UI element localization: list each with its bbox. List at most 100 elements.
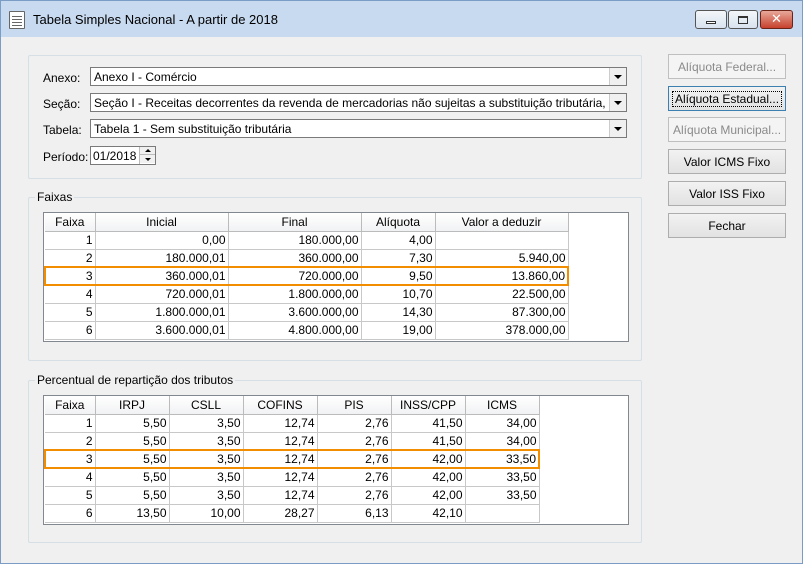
fechar-button[interactable]: Fechar: [668, 213, 786, 238]
table-cell: 34,00: [465, 414, 540, 433]
table-cell: 34,00: [465, 432, 540, 451]
table-cell: 3: [44, 266, 96, 286]
table-row[interactable]: 5 1.800.000,01 3.600.000,00 14,30 87.300…: [45, 303, 569, 322]
chevron-down-icon[interactable]: [609, 94, 626, 111]
anexo-label: Anexo:: [43, 71, 81, 85]
faixas-grid[interactable]: Faixa Inicial Final Alíquota Valor a ded…: [43, 212, 629, 342]
table-row[interactable]: 6 3.600.000,01 4.800.000,00 19,00 378.00…: [45, 321, 569, 340]
percentual-grid[interactable]: Faixa IRPJ CSLL COFINS PIS INSS/CPP ICMS…: [43, 395, 629, 525]
table-cell: 13.860,00: [435, 266, 569, 286]
table-cell: 180.000,01: [95, 249, 229, 268]
faixas-header-row: Faixa Inicial Final Alíquota Valor a ded…: [45, 213, 569, 232]
secao-value: Seção I - Receitas decorrentes da revend…: [94, 96, 606, 110]
faixas-legend: Faixas: [35, 190, 75, 204]
table-cell: [465, 504, 540, 523]
chevron-down-icon[interactable]: [609, 120, 626, 137]
anexo-select[interactable]: Anexo I - Comércio: [90, 67, 627, 86]
table-row[interactable]: 1 5,50 3,50 12,74 2,76 41,50 34,00: [45, 414, 540, 433]
aliquota-federal-button[interactable]: Alíquota Federal...: [668, 54, 786, 79]
table-cell: 5: [45, 486, 96, 505]
table-cell: 5.940,00: [435, 249, 569, 268]
fechar-label: Fechar: [708, 218, 746, 233]
table-cell: 41,50: [391, 414, 466, 433]
table-row[interactable]: 2 5,50 3,50 12,74 2,76 41,50 34,00: [45, 432, 540, 451]
table-cell: 5,50: [95, 468, 170, 487]
table-cell: 14,30: [361, 303, 436, 322]
tabela-value: Tabela 1 - Sem substituição tributária: [94, 122, 292, 136]
periodo-stepper[interactable]: 01/2018: [90, 146, 156, 165]
aliquota-municipal-label: Alíquota Municipal...: [672, 122, 782, 137]
faixas-col-final[interactable]: Final: [228, 213, 362, 232]
table-cell: [435, 231, 569, 250]
table-cell: 3.600.000,00: [228, 303, 362, 322]
table-cell: 33,50: [465, 486, 540, 505]
secao-label: Seção:: [43, 97, 81, 111]
maximize-button[interactable]: [728, 10, 758, 29]
spin-down-icon[interactable]: [140, 155, 155, 163]
table-cell: 5,50: [95, 486, 170, 505]
table-cell: 1: [45, 414, 96, 433]
aliquota-estadual-button[interactable]: Alíquota Estadual...: [668, 86, 786, 111]
table-cell: 5,50: [95, 414, 170, 433]
percentual-col-irpj[interactable]: IRPJ: [95, 396, 170, 415]
table-cell: 2,76: [317, 414, 392, 433]
valor-icms-fixo-label: Valor ICMS Fixo: [683, 154, 771, 169]
table-row-selected[interactable]: 3 360.000,01 720.000,00 9,50 13.860,00: [44, 266, 569, 286]
table-cell: 42,00: [391, 468, 466, 487]
table-cell: 1.800.000,00: [228, 285, 362, 304]
table-cell: 12,74: [243, 468, 318, 487]
table-cell: 3: [44, 449, 96, 469]
table-cell: 4.800.000,00: [228, 321, 362, 340]
percentual-col-csll[interactable]: CSLL: [169, 396, 244, 415]
title-bar[interactable]: Tabela Simples Nacional - A partir de 20…: [1, 1, 802, 37]
table-cell: 41,50: [391, 432, 466, 451]
faixas-col-valor-deduzir[interactable]: Valor a deduzir: [435, 213, 569, 232]
table-cell: 2,76: [317, 432, 392, 451]
secao-select[interactable]: Seção I - Receitas decorrentes da revend…: [90, 93, 627, 112]
table-row-selected[interactable]: 3 5,50 3,50 12,74 2,76 42,00 33,50: [44, 449, 540, 469]
faixas-col-aliquota[interactable]: Alíquota: [361, 213, 436, 232]
table-cell: 360.000,01: [95, 266, 229, 286]
minimize-button[interactable]: [695, 10, 727, 29]
table-cell: 12,74: [243, 449, 318, 469]
faixas-col-faixa[interactable]: Faixa: [45, 213, 96, 232]
table-cell: 42,10: [391, 504, 466, 523]
table-cell: 3,50: [169, 449, 244, 469]
valor-icms-fixo-button[interactable]: Valor ICMS Fixo: [668, 149, 786, 174]
table-row[interactable]: 5 5,50 3,50 12,74 2,76 42,00 33,50: [45, 486, 540, 505]
percentual-col-icms[interactable]: ICMS: [465, 396, 540, 415]
table-cell: 1: [45, 231, 96, 250]
table-row[interactable]: 1 0,00 180.000,00 4,00: [45, 231, 569, 250]
table-row[interactable]: 2 180.000,01 360.000,00 7,30 5.940,00: [45, 249, 569, 268]
table-cell: 180.000,00: [228, 231, 362, 250]
table-cell: 6,13: [317, 504, 392, 523]
percentual-col-faixa[interactable]: Faixa: [45, 396, 96, 415]
table-cell: 1.800.000,01: [95, 303, 229, 322]
table-row[interactable]: 4 720.000,01 1.800.000,00 10,70 22.500,0…: [45, 285, 569, 304]
spin-up-icon[interactable]: [140, 147, 155, 155]
table-cell: 33,50: [465, 468, 540, 487]
table-cell: 3.600.000,01: [95, 321, 229, 340]
table-cell: 22.500,00: [435, 285, 569, 304]
percentual-col-pis[interactable]: PIS: [317, 396, 392, 415]
percentual-col-cofins[interactable]: COFINS: [243, 396, 318, 415]
table-row[interactable]: 4 5,50 3,50 12,74 2,76 42,00 33,50: [45, 468, 540, 487]
close-icon: ✕: [771, 12, 782, 27]
valor-iss-fixo-button[interactable]: Valor ISS Fixo: [668, 181, 786, 206]
table-cell: 33,50: [465, 449, 540, 469]
table-row[interactable]: 6 13,50 10,00 28,27 6,13 42,10: [45, 504, 540, 523]
percentual-col-inss-cpp[interactable]: INSS/CPP: [391, 396, 466, 415]
table-cell: 9,50: [361, 266, 436, 286]
table-cell: 3,50: [169, 432, 244, 451]
table-cell: 12,74: [243, 486, 318, 505]
faixas-col-inicial[interactable]: Inicial: [95, 213, 229, 232]
close-button[interactable]: ✕: [760, 10, 793, 29]
percentual-table: Faixa IRPJ CSLL COFINS PIS INSS/CPP ICMS…: [44, 396, 540, 523]
chevron-down-icon[interactable]: [609, 68, 626, 85]
table-cell: 378.000,00: [435, 321, 569, 340]
anexo-value: Anexo I - Comércio: [94, 70, 197, 84]
aliquota-municipal-button[interactable]: Alíquota Municipal...: [668, 117, 786, 142]
table-cell: 19,00: [361, 321, 436, 340]
table-cell: 10,00: [169, 504, 244, 523]
tabela-select[interactable]: Tabela 1 - Sem substituição tributária: [90, 119, 627, 138]
